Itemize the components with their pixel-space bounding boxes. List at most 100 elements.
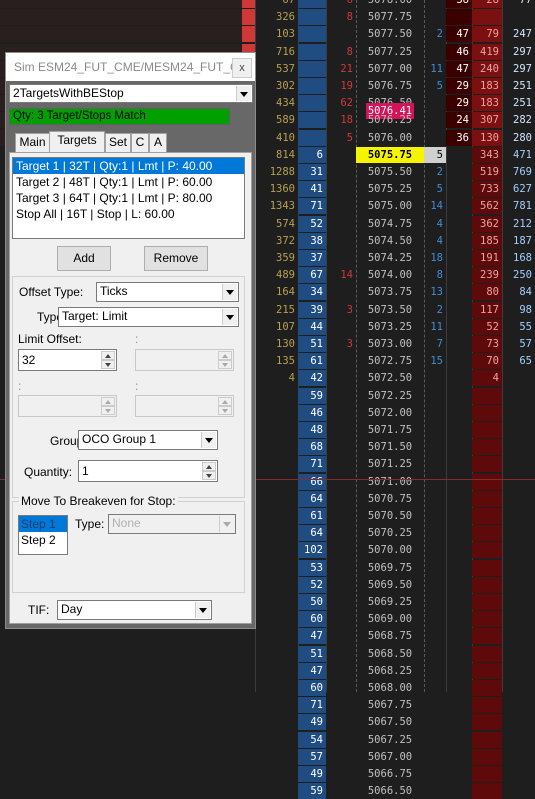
ladder-row[interactable]: 67 6 5078.00 38 28 77 xyxy=(0,0,535,8)
ask-cell[interactable]: 5 xyxy=(326,130,356,146)
bid-cell[interactable]: 60 xyxy=(298,680,326,696)
ladder-row[interactable]: 60 5068.00 xyxy=(0,680,535,696)
ask-cell[interactable] xyxy=(326,26,356,42)
ask-cell[interactable] xyxy=(326,594,356,610)
ask-cell[interactable] xyxy=(326,663,356,679)
price-cell[interactable]: 5073.75 xyxy=(356,284,424,300)
ladder-row[interactable]: 103 5077.50 2 47 79 247 xyxy=(0,26,535,43)
ask-cell[interactable] xyxy=(326,284,356,300)
bid-cell[interactable] xyxy=(298,0,326,8)
target-list-item[interactable]: Stop All | 16T | Stop | L: 60.00 xyxy=(13,206,244,222)
bid-cell[interactable] xyxy=(298,9,326,26)
ladder-row[interactable]: 71 5067.75 xyxy=(0,697,535,714)
ask-cell[interactable] xyxy=(326,474,356,490)
price-cell[interactable]: 5069.25 xyxy=(356,594,424,610)
bid-cell[interactable] xyxy=(298,78,326,94)
target-list-item[interactable]: Target 2 | 48T | Qty:1 | Lmt | P: 60.00 xyxy=(13,174,244,190)
ask-cell[interactable] xyxy=(326,491,356,507)
price-cell[interactable]: 5071.75 xyxy=(356,422,424,438)
ask-cell[interactable] xyxy=(326,577,356,593)
price-cell[interactable]: 5067.25 xyxy=(356,732,424,748)
remove-button[interactable]: Remove xyxy=(144,246,208,271)
ask-cell[interactable] xyxy=(326,783,356,799)
bid-cell[interactable]: 67 xyxy=(298,267,326,284)
ask-cell[interactable] xyxy=(326,525,356,541)
bid-cell[interactable]: 64 xyxy=(298,525,326,542)
close-button[interactable]: x xyxy=(232,58,252,78)
bid-cell[interactable]: 39 xyxy=(298,301,326,318)
ladder-row[interactable]: 57 5067.00 xyxy=(0,748,535,765)
bid-cell[interactable] xyxy=(298,112,326,129)
bid-cell[interactable]: 71 xyxy=(298,697,326,714)
bid-cell[interactable]: 68 xyxy=(298,439,326,456)
ask-cell[interactable] xyxy=(326,508,356,524)
ask-cell[interactable] xyxy=(326,439,356,455)
price-cell[interactable]: 5070.25 xyxy=(356,525,424,541)
price-cell[interactable]: 5076.00 xyxy=(356,130,424,146)
price-cell[interactable]: 5075.50 xyxy=(356,164,424,180)
step-list-item[interactable]: Step 2 xyxy=(19,532,67,548)
ask-cell[interactable] xyxy=(326,370,356,386)
ask-cell[interactable] xyxy=(326,680,356,696)
bid-cell[interactable]: 52 xyxy=(298,576,326,593)
bid-cell[interactable]: 61 xyxy=(298,508,326,524)
ask-cell[interactable] xyxy=(326,560,356,576)
tab-targets[interactable]: Targets xyxy=(49,131,105,153)
bid-cell[interactable]: 64 xyxy=(298,490,326,507)
price-cell[interactable]: 5072.00 xyxy=(356,405,424,421)
price-cell[interactable]: 5072.75 xyxy=(356,353,424,369)
price-cell[interactable]: 5074.75 xyxy=(356,216,424,232)
ask-cell[interactable] xyxy=(326,216,356,232)
bid-cell[interactable]: 49 xyxy=(298,766,326,782)
bid-cell[interactable]: 57 xyxy=(298,748,326,765)
ask-cell[interactable]: 8 xyxy=(326,44,356,60)
price-cell[interactable]: 5066.50 xyxy=(356,783,424,799)
ask-cell[interactable]: 6 xyxy=(326,0,356,8)
target-list-item[interactable]: Target 3 | 64T | Qty:1 | Lmt | P: 80.00 xyxy=(13,190,244,206)
step-list-item[interactable]: Step 1 xyxy=(19,516,67,532)
ask-cell[interactable] xyxy=(326,164,356,180)
bid-cell[interactable]: 54 xyxy=(298,731,326,748)
price-cell[interactable]: 5071.25 xyxy=(356,456,424,472)
bid-cell[interactable]: 59 xyxy=(298,387,326,404)
ask-cell[interactable] xyxy=(326,353,356,369)
bid-cell[interactable]: 41 xyxy=(298,181,326,198)
ask-cell[interactable] xyxy=(326,628,356,644)
ask-cell[interactable] xyxy=(326,422,356,438)
ladder-row[interactable]: 47 5068.25 xyxy=(0,662,535,679)
chevron-down-icon[interactable] xyxy=(202,471,216,480)
bid-cell[interactable]: 53 xyxy=(298,559,326,576)
bid-cell[interactable]: 42 xyxy=(298,370,326,387)
price-cell[interactable]: 5069.00 xyxy=(356,611,424,627)
bid-cell[interactable]: 6 xyxy=(298,146,326,163)
bid-cell[interactable]: 71 xyxy=(298,198,326,215)
ladder-row[interactable]: 59 5066.50 xyxy=(0,783,535,799)
price-cell[interactable]: 5075.75 xyxy=(356,146,424,163)
price-cell[interactable]: 5073.25 xyxy=(356,319,424,335)
price-cell[interactable]: 5078.00 xyxy=(356,0,424,8)
price-cell[interactable]: 5073.50 xyxy=(356,302,424,318)
chevron-down-icon[interactable] xyxy=(201,432,216,448)
ladder-row[interactable]: 49 5066.75 xyxy=(0,766,535,782)
group-select[interactable]: OCO Group 1 xyxy=(78,430,218,450)
bid-cell[interactable]: 44 xyxy=(298,318,326,335)
bid-cell[interactable]: 31 xyxy=(298,164,326,180)
price-cell[interactable]: 5074.25 xyxy=(356,250,424,266)
ask-cell[interactable] xyxy=(326,456,356,472)
chevron-down-icon[interactable] xyxy=(195,602,210,618)
price-cell[interactable]: 5075.00 xyxy=(356,198,424,214)
ladder-row[interactable]: 51 5068.50 xyxy=(0,645,535,662)
ask-cell[interactable] xyxy=(326,147,356,163)
bid-cell[interactable]: 47 xyxy=(298,628,326,645)
ask-cell[interactable] xyxy=(326,198,356,214)
ask-cell[interactable] xyxy=(326,388,356,404)
bid-cell[interactable]: 51 xyxy=(298,336,326,352)
bid-cell[interactable]: 61 xyxy=(298,353,326,370)
price-cell[interactable]: 5068.50 xyxy=(356,646,424,662)
ladder-row[interactable]: 54 5067.25 xyxy=(0,731,535,748)
bid-cell[interactable]: 51 xyxy=(298,645,326,662)
bid-cell[interactable] xyxy=(298,43,326,60)
price-cell[interactable]: 5066.75 xyxy=(356,766,424,782)
price-cell[interactable]: 5068.25 xyxy=(356,663,424,679)
ask-cell[interactable] xyxy=(326,542,356,558)
